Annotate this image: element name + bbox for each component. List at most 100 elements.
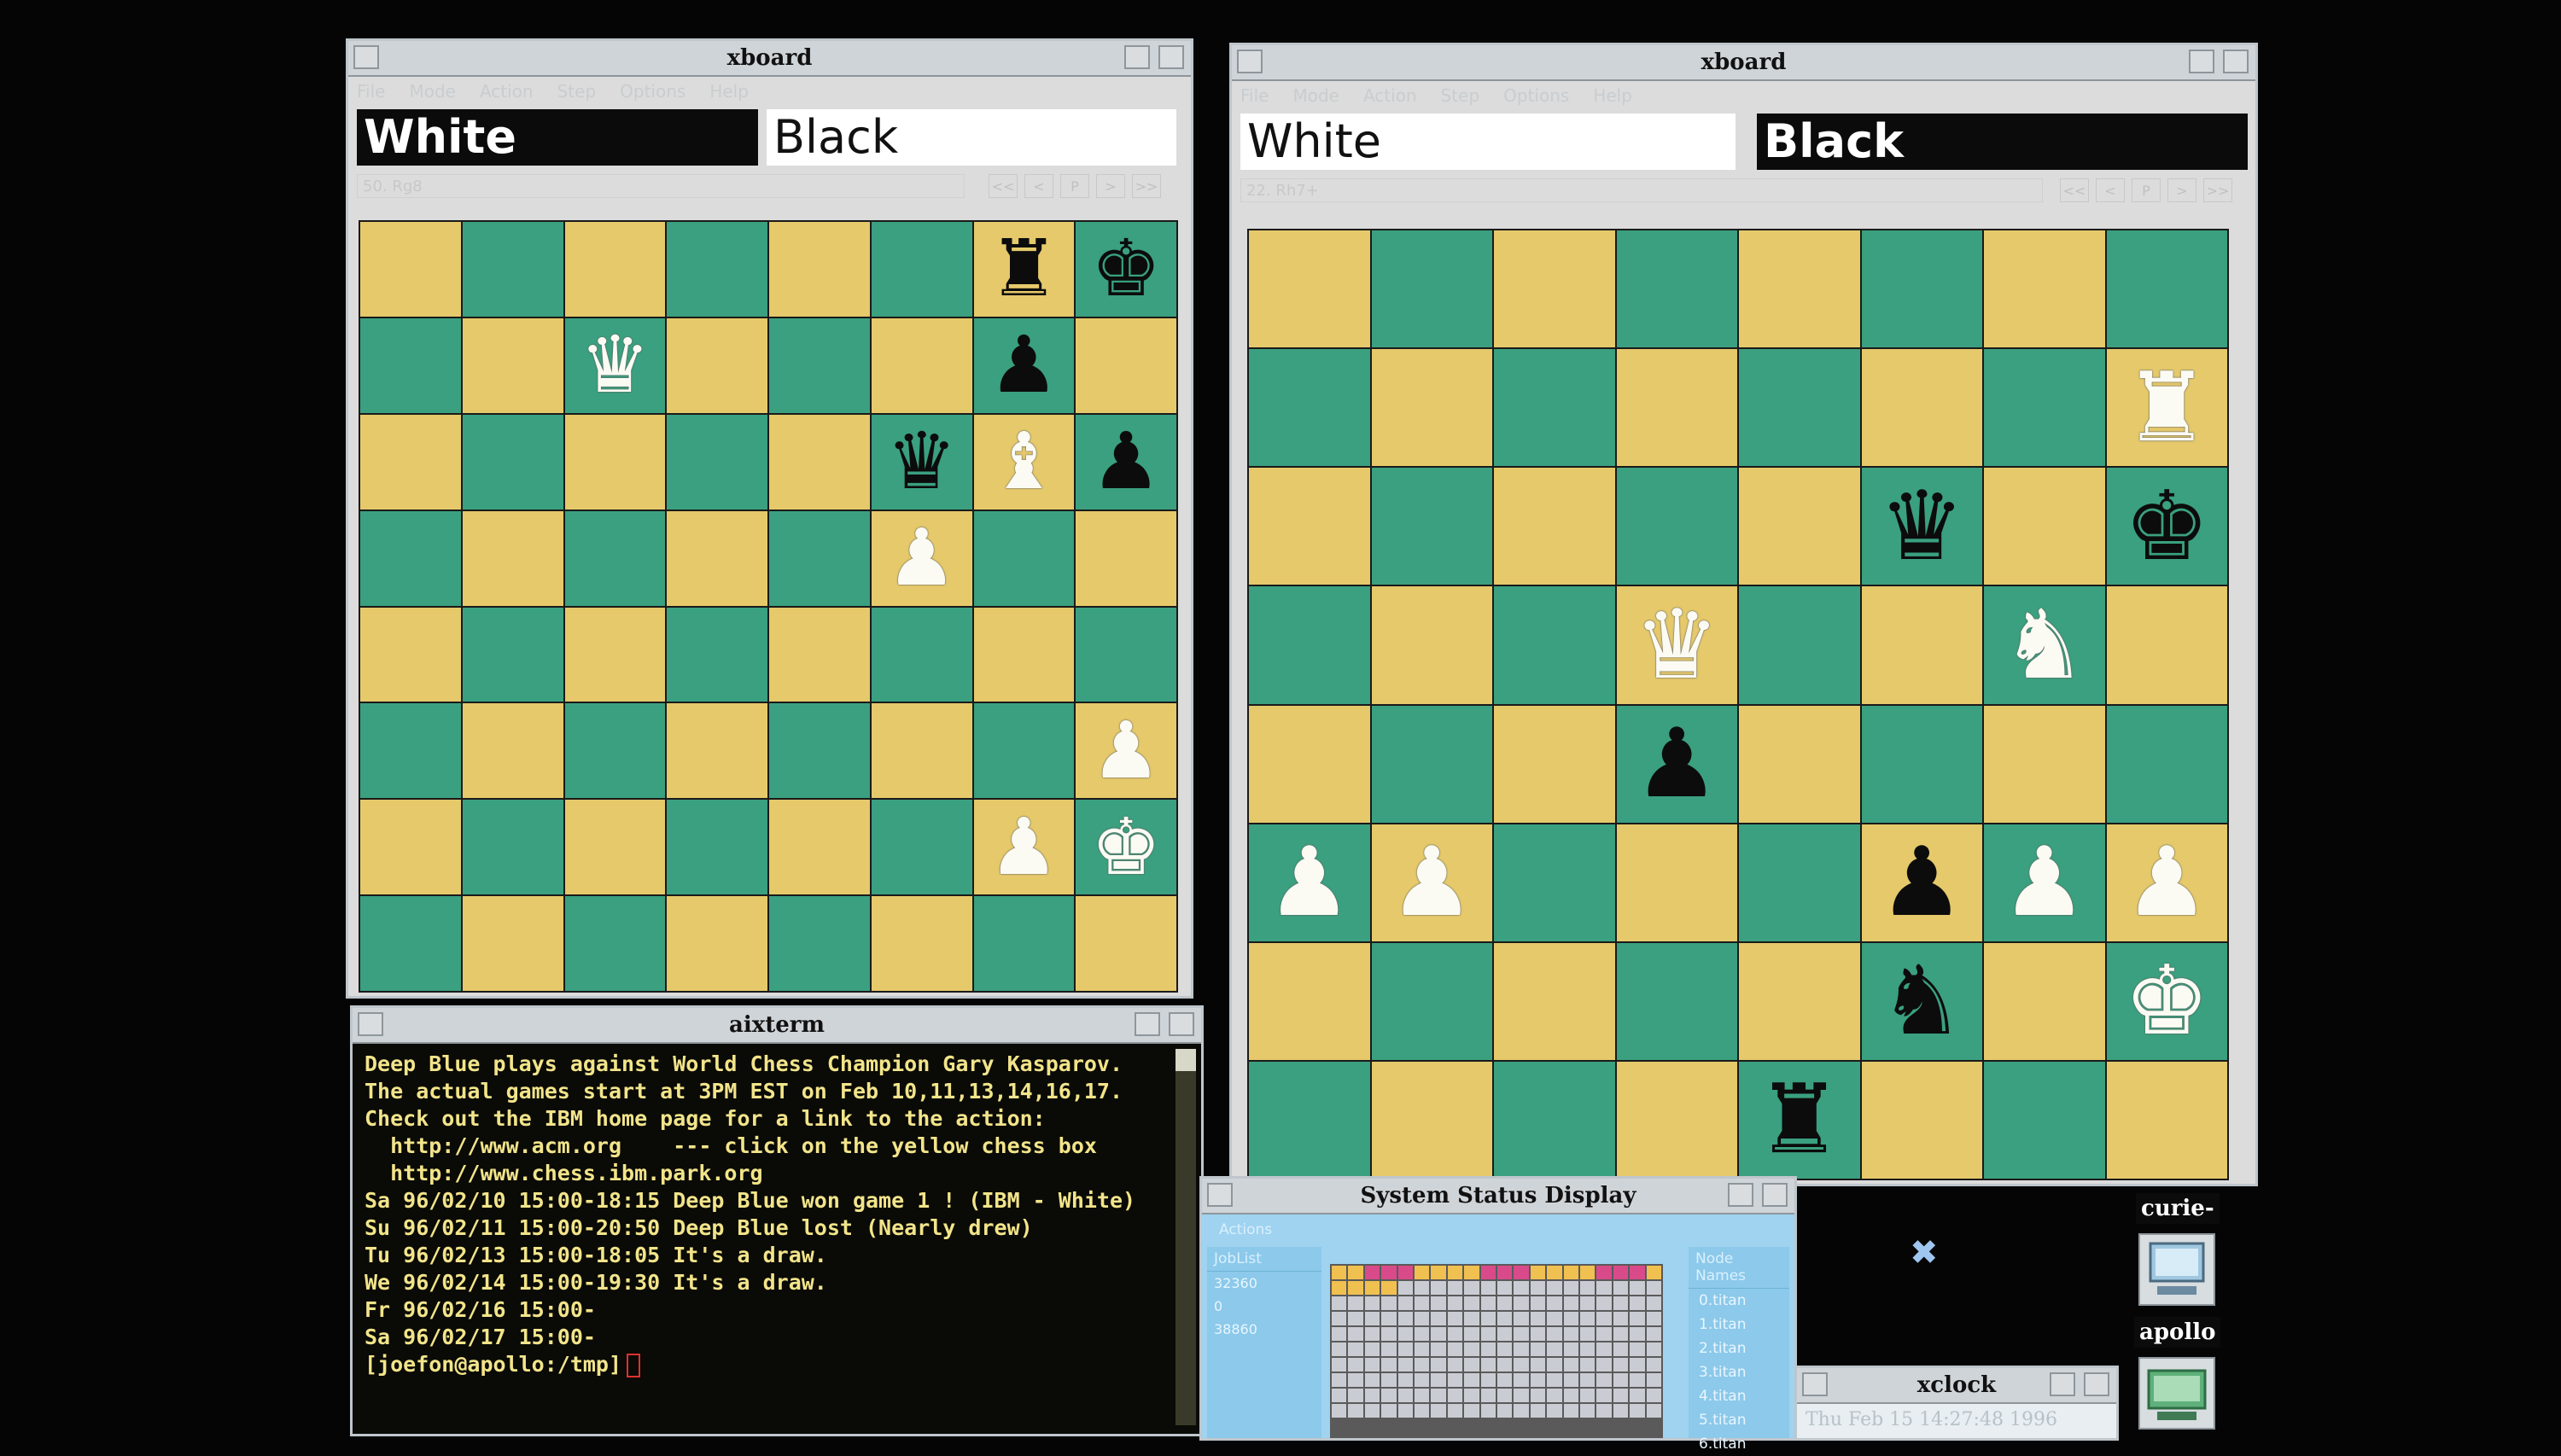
node-cell[interactable] [1397, 1389, 1413, 1402]
board-square[interactable] [769, 222, 870, 317]
board-square[interactable] [667, 510, 767, 606]
board-square[interactable] [1861, 705, 1982, 823]
white-bishop-icon[interactable]: ♝ [989, 422, 1059, 501]
board-square[interactable] [1739, 586, 1860, 704]
node-cell[interactable] [1464, 1281, 1479, 1295]
board-square[interactable] [871, 703, 972, 799]
node-cell[interactable] [1646, 1358, 1661, 1372]
minimize-button[interactable] [1728, 1183, 1753, 1207]
node-cell[interactable] [1381, 1266, 1397, 1279]
board-square[interactable] [1739, 942, 1860, 1060]
board-square[interactable] [1984, 942, 2105, 1060]
board-square[interactable] [1984, 230, 2105, 348]
nav-forward-button[interactable]: > [2167, 178, 2196, 202]
node-cell[interactable] [1447, 1312, 1463, 1325]
board-square[interactable]: ♚ [1076, 800, 1176, 895]
board-square[interactable]: ♟ [973, 800, 1075, 895]
node-cell[interactable] [1348, 1404, 1363, 1418]
title-bar[interactable]: xboard [348, 41, 1191, 77]
node-cell[interactable] [1530, 1281, 1546, 1295]
node-cell[interactable] [1596, 1404, 1612, 1418]
node-cell[interactable] [1646, 1312, 1661, 1325]
board-square[interactable] [1984, 1061, 2105, 1179]
node-cell[interactable] [1464, 1404, 1479, 1418]
node-cell[interactable] [1431, 1327, 1446, 1341]
node-cell[interactable] [1547, 1342, 1562, 1356]
board-square[interactable] [360, 896, 461, 991]
maximize-button[interactable] [1762, 1183, 1788, 1207]
node-cell[interactable] [1496, 1373, 1513, 1387]
node-cell[interactable] [1364, 1296, 1380, 1310]
board-square[interactable] [667, 703, 767, 799]
node-cell[interactable] [1596, 1327, 1612, 1341]
node-cell[interactable] [1381, 1389, 1397, 1402]
node-cell[interactable] [1348, 1266, 1363, 1279]
menu-file[interactable]: File [1240, 83, 1269, 108]
job-item[interactable]: 38860 [1207, 1318, 1321, 1341]
board-square[interactable] [1861, 1061, 1982, 1179]
node-cell[interactable] [1596, 1342, 1612, 1356]
black-pawn-icon[interactable]: ♟ [1091, 422, 1161, 501]
board-square[interactable]: ♟ [871, 510, 972, 606]
node-name-item[interactable]: 6.titan [1689, 1432, 1789, 1456]
node-cell[interactable] [1496, 1342, 1513, 1356]
node-cell[interactable] [1431, 1373, 1446, 1387]
board-square[interactable]: ♟ [1076, 414, 1176, 510]
board-square[interactable] [1371, 1061, 1492, 1179]
board-square[interactable] [462, 222, 563, 317]
node-cell[interactable] [1414, 1358, 1430, 1372]
node-cell[interactable] [1613, 1342, 1629, 1356]
node-cell[interactable] [1579, 1373, 1596, 1387]
maximize-button[interactable] [1158, 45, 1184, 69]
board-square[interactable] [1371, 586, 1492, 704]
node-cell[interactable] [1364, 1373, 1380, 1387]
board-square[interactable] [360, 800, 461, 895]
node-cell[interactable] [1381, 1296, 1397, 1310]
node-cell[interactable] [1397, 1342, 1413, 1356]
node-cell[interactable] [1397, 1281, 1413, 1295]
node-cell[interactable] [1431, 1266, 1446, 1279]
node-cell[interactable] [1397, 1404, 1413, 1418]
board-square[interactable] [1249, 1061, 1370, 1179]
node-cell[interactable] [1630, 1373, 1645, 1387]
board-square[interactable] [1984, 468, 2105, 585]
board-square[interactable] [1371, 468, 1492, 585]
node-cell[interactable] [1332, 1312, 1347, 1325]
apollo-icon-label[interactable]: apollo [2134, 1317, 2221, 1348]
node-cell[interactable] [1332, 1281, 1347, 1295]
node-cell[interactable] [1547, 1358, 1562, 1372]
maximize-button[interactable] [2084, 1372, 2109, 1396]
nav-back-button[interactable]: < [1024, 174, 1053, 198]
node-cell[interactable] [1563, 1404, 1578, 1418]
job-item[interactable]: 32360 [1207, 1272, 1321, 1295]
node-cell[interactable] [1447, 1281, 1463, 1295]
board-square[interactable] [1076, 510, 1176, 606]
node-cell[interactable] [1514, 1312, 1529, 1325]
node-cell[interactable] [1646, 1342, 1661, 1356]
node-cell[interactable] [1530, 1266, 1546, 1279]
board-square[interactable] [1739, 349, 1860, 467]
node-cell[interactable] [1381, 1281, 1397, 1295]
node-cell[interactable] [1530, 1342, 1546, 1356]
node-cell[interactable] [1563, 1281, 1578, 1295]
board-square[interactable] [871, 222, 972, 317]
white-pawn-icon[interactable]: ♟ [1091, 711, 1161, 790]
nav-back-button[interactable]: < [2096, 178, 2125, 202]
node-cell[interactable] [1563, 1389, 1578, 1402]
node-cell[interactable] [1348, 1358, 1363, 1372]
board-square[interactable] [1249, 468, 1370, 585]
menu-step[interactable]: Step [1441, 83, 1480, 108]
node-cell[interactable] [1414, 1312, 1430, 1325]
node-cell[interactable] [1530, 1373, 1546, 1387]
board-square[interactable] [360, 607, 461, 702]
node-name-item[interactable]: 0.titan [1689, 1289, 1789, 1313]
board-square[interactable] [667, 222, 767, 317]
title-bar[interactable]: System Status Display [1202, 1179, 1794, 1214]
node-cell[interactable] [1646, 1389, 1661, 1402]
node-cell[interactable] [1596, 1296, 1612, 1310]
node-cell[interactable] [1547, 1327, 1562, 1341]
board-square[interactable] [871, 896, 972, 991]
board-square[interactable] [667, 317, 767, 413]
board-square[interactable] [871, 317, 972, 413]
node-cell[interactable] [1646, 1281, 1661, 1295]
